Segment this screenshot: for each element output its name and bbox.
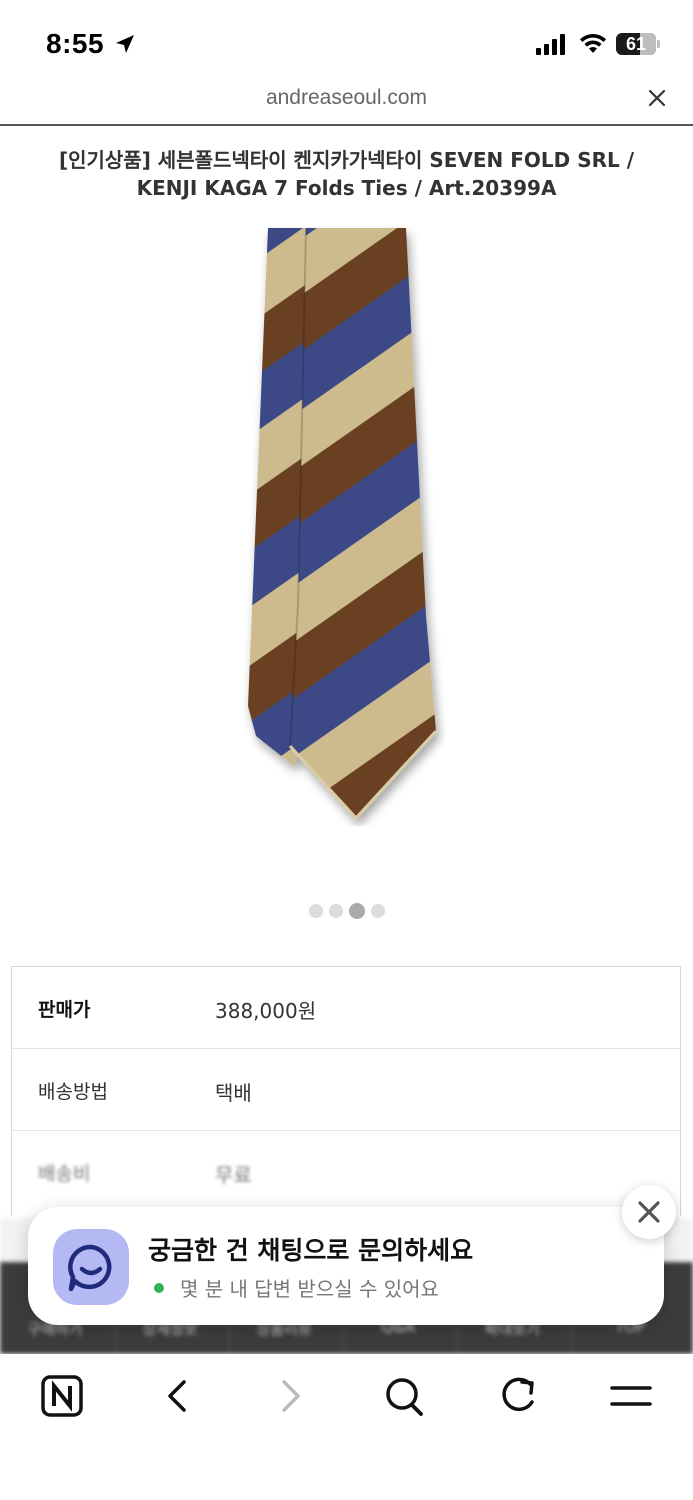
shipping-method-label: 배송방법: [38, 1081, 108, 1103]
chat-bubble-icon[interactable]: [53, 1229, 129, 1305]
product-title-line2: KENJI KAGA 7 Folds Ties / Art.20399A: [136, 176, 557, 200]
url-text[interactable]: andreaseoul.com: [0, 86, 693, 110]
naver-icon[interactable]: [40, 1374, 88, 1422]
product-image[interactable]: [236, 226, 446, 826]
browser-bottom-nav: [0, 1354, 693, 1500]
product-info-table: 판매가 388,000원 배송방법 택배 배송비 무료: [11, 966, 681, 1216]
necktie-image: [248, 227, 438, 821]
wifi-icon: [580, 33, 606, 53]
shipping-fee-row: 배송비 무료: [12, 1131, 680, 1213]
chat-close-button[interactable]: [622, 1185, 676, 1239]
product-title-line1: [인기상품] 세븐폴드넥타이 켄지카가넥타이 SEVEN FOLD SRL /: [58, 148, 635, 172]
price-row: 판매가 388,000원: [12, 967, 680, 1049]
back-button[interactable]: [160, 1374, 220, 1422]
shipping-fee-label: 배송비: [38, 1163, 91, 1185]
pagination-dot[interactable]: [370, 903, 385, 918]
forward-button[interactable]: [276, 1374, 336, 1422]
price-value: 388,000원: [215, 999, 317, 1023]
online-status-icon: [154, 1283, 164, 1293]
refresh-button[interactable]: [498, 1374, 558, 1422]
naver-home-button[interactable]: [40, 1374, 100, 1422]
cellular-signal-icon: [536, 34, 565, 55]
status-bar: 8:55 61: [0, 0, 693, 80]
chat-title[interactable]: 궁금한 건 채팅으로 문의하세요: [148, 1231, 473, 1267]
forward-icon[interactable]: [276, 1374, 316, 1422]
image-pagination[interactable]: [0, 900, 693, 919]
back-icon[interactable]: [160, 1374, 200, 1422]
search-button[interactable]: [384, 1374, 444, 1422]
url-bar[interactable]: andreaseoul.com: [0, 80, 693, 126]
location-arrow-icon: [116, 35, 134, 53]
close-icon[interactable]: [647, 88, 667, 108]
shipping-method-value: 택배: [215, 1081, 252, 1105]
chat-prompt-card[interactable]: 궁금한 건 채팅으로 문의하세요 몇 분 내 답변 받으실 수 있어요: [28, 1207, 664, 1325]
price-label: 판매가: [38, 999, 91, 1021]
battery-percent: 61: [625, 34, 647, 54]
pagination-dot[interactable]: [328, 903, 343, 918]
refresh-icon[interactable]: [498, 1374, 546, 1422]
battery-icon: 61: [616, 33, 660, 55]
product-title: [인기상품] 세븐폴드넥타이 켄지카가넥타이 SEVEN FOLD SRL / …: [30, 146, 663, 202]
status-time: 8:55: [46, 28, 105, 59]
shipping-fee-value: 무료: [215, 1163, 252, 1187]
search-icon[interactable]: [384, 1374, 432, 1422]
pagination-dot[interactable]: [348, 902, 365, 919]
chat-subtitle: 몇 분 내 답변 받으실 수 있어요: [180, 1277, 439, 1301]
pagination-dot[interactable]: [308, 903, 323, 918]
menu-icon[interactable]: [610, 1374, 654, 1422]
shipping-method-row: 배송방법 택배: [12, 1049, 680, 1131]
close-icon[interactable]: [637, 1200, 661, 1224]
menu-button[interactable]: [610, 1374, 670, 1422]
